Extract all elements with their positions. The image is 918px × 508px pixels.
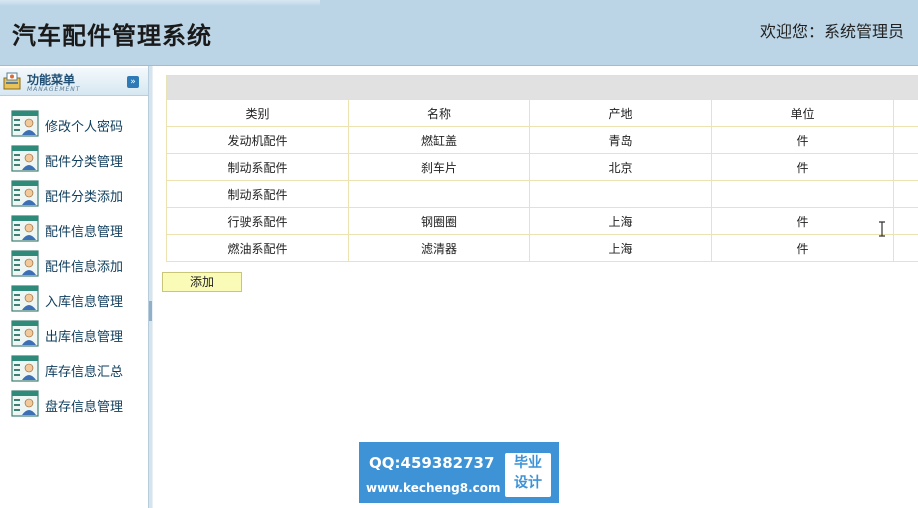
sidebar-item-label: 修改个人密码 xyxy=(45,120,124,135)
cell-origin: 上海 xyxy=(529,207,712,235)
cell-unit: 件 xyxy=(711,126,894,154)
sidebar-item-label: 库存信息汇总 xyxy=(45,365,124,380)
table-body: 发动机配件 燃缸盖 青岛件制动系配件 刹车片 北京件制动系配件 行驶系配件 钢圈圈 上海件燃油… xyxy=(166,126,918,262)
cell-name: 滤清器 xyxy=(348,234,530,262)
table-row[interactable]: 燃油系配件 滤清器 上海件 xyxy=(166,234,918,262)
parts-table-container: 类别 名称 产地 单位 发动机配件 燃缸盖 青岛件制动系配件 刹车片 北京件制动系配件行… xyxy=(166,75,918,262)
cell-extra xyxy=(893,234,918,262)
cell-unit: 件 xyxy=(711,234,894,262)
cell-unit: 件 xyxy=(711,153,894,181)
parts-table: 类别 名称 产地 单位 发动机配件 燃缸盖 青岛件制动系配件 刹车片 北京件制动系配件行… xyxy=(166,99,918,262)
table-header-row: 类别 名称 产地 单位 xyxy=(166,99,918,127)
cell-extra xyxy=(893,153,918,181)
table-row[interactable]: 发动机配件 燃缸盖 青岛件 xyxy=(166,126,918,154)
user-card-icon xyxy=(11,180,39,207)
cell-extra xyxy=(893,207,918,235)
sidebar-item-label: 盘存信息管理 xyxy=(45,400,124,415)
sidebar-item[interactable]: 配件分类管理 xyxy=(0,141,148,176)
sidebar-item[interactable]: 库存信息汇总 xyxy=(0,351,148,386)
watermark-badge-line2: 设计 xyxy=(514,475,542,491)
watermark-banner: QQ:459382737 www.kecheng8.com 毕业 设计 xyxy=(359,442,559,503)
sidebar-item-label: 配件分类添加 xyxy=(45,190,124,205)
menu-home-icon xyxy=(3,72,21,90)
cell-category: 制动系配件 xyxy=(166,153,349,181)
cell-origin: 上海 xyxy=(529,234,712,262)
sidebar-item[interactable]: 出库信息管理 xyxy=(0,316,148,351)
sidebar: 功能菜单 MANAGEMENT » 修改个人密码 配件分类管理 配件分类添加 配件信息… xyxy=(0,66,150,508)
table-toolbar xyxy=(166,75,918,99)
text-cursor-icon xyxy=(879,221,885,237)
cell-category: 燃油系配件 xyxy=(166,234,349,262)
cell-name: 燃缸盖 xyxy=(348,126,530,154)
table-row[interactable]: 行驶系配件 钢圈圈 上海件 xyxy=(166,207,918,235)
user-card-icon xyxy=(11,110,39,137)
column-header-name: 名称 xyxy=(348,99,530,127)
app-header: 汽车配件管理系统 欢迎您：系统管理员 xyxy=(0,0,918,66)
menu-list: 修改个人密码 配件分类管理 配件分类添加 配件信息管理 配件信息添加 入库信息管理 出库信息… xyxy=(0,106,148,421)
sidebar-item[interactable]: 盘存信息管理 xyxy=(0,386,148,421)
cell-extra xyxy=(893,180,918,208)
sidebar-item[interactable]: 配件分类添加 xyxy=(0,176,148,211)
cell-origin: 北京 xyxy=(529,153,712,181)
sidebar-item[interactable]: 修改个人密码 xyxy=(0,106,148,141)
cell-origin: 青岛 xyxy=(529,126,712,154)
sidebar-item[interactable]: 配件信息管理 xyxy=(0,211,148,246)
column-header-category: 类别 xyxy=(166,99,349,127)
sidebar-item-label: 配件分类管理 xyxy=(45,155,124,170)
table-row[interactable]: 制动系配件 xyxy=(166,180,918,208)
cell-extra xyxy=(893,126,918,154)
cell-category: 行驶系配件 xyxy=(166,207,349,235)
column-header-origin: 产地 xyxy=(529,99,712,127)
sidebar-item-label: 入库信息管理 xyxy=(45,295,124,310)
cell-origin xyxy=(529,180,712,208)
cell-name xyxy=(348,180,530,208)
menu-header[interactable]: 功能菜单 MANAGEMENT » xyxy=(0,68,148,96)
watermark-badge: 毕业 设计 xyxy=(505,453,551,497)
user-card-icon xyxy=(11,215,39,242)
user-card-icon xyxy=(11,390,39,417)
add-button[interactable]: 添加 xyxy=(162,272,242,292)
user-card-icon xyxy=(11,250,39,277)
app-title: 汽车配件管理系统 xyxy=(12,21,212,50)
cell-category: 制动系配件 xyxy=(166,180,349,208)
user-card-icon xyxy=(11,320,39,347)
cell-unit: 件 xyxy=(711,207,894,235)
menu-subtitle: MANAGEMENT xyxy=(27,86,81,93)
header-accent-strip xyxy=(0,0,320,6)
cell-category: 发动机配件 xyxy=(166,126,349,154)
sidebar-item-label: 配件信息管理 xyxy=(45,225,124,240)
cell-name: 刹车片 xyxy=(348,153,530,181)
watermark-badge-line1: 毕业 xyxy=(514,455,542,471)
sidebar-item[interactable]: 入库信息管理 xyxy=(0,281,148,316)
cell-name: 钢圈圈 xyxy=(348,207,530,235)
user-card-icon xyxy=(11,355,39,382)
watermark-url: www.kecheng8.com xyxy=(366,481,501,495)
cell-unit xyxy=(711,180,894,208)
user-card-icon xyxy=(11,145,39,172)
column-header-extra xyxy=(893,99,918,127)
welcome-text: 欢迎您：系统管理员 xyxy=(760,22,905,41)
table-row[interactable]: 制动系配件 刹车片 北京件 xyxy=(166,153,918,181)
sidebar-splitter[interactable] xyxy=(148,66,153,508)
sidebar-item-label: 配件信息添加 xyxy=(45,260,124,275)
sidebar-item[interactable]: 配件信息添加 xyxy=(0,246,148,281)
sidebar-item-label: 出库信息管理 xyxy=(45,330,124,345)
splitter-grip-icon[interactable] xyxy=(149,301,152,321)
user-card-icon xyxy=(11,285,39,312)
double-chevron-down-icon[interactable]: » xyxy=(127,76,139,88)
column-header-unit: 单位 xyxy=(711,99,894,127)
watermark-qq: QQ:459382737 xyxy=(369,454,495,472)
